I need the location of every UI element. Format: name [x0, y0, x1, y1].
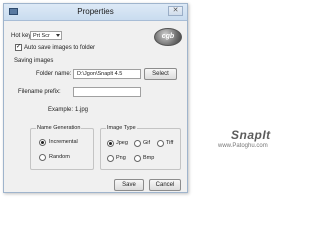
radio-gif[interactable] [134, 140, 141, 147]
name-generation-title: Name Generation [36, 125, 82, 131]
select-button[interactable]: Select [144, 68, 177, 80]
folder-name-value: D:\Jgon\Snaplt 4.5 [77, 71, 123, 77]
site-watermark: www.Patoghu.com [218, 143, 268, 149]
radio-png-label: Png [116, 155, 126, 161]
example-value: 1.jpg [75, 107, 89, 113]
radio-bmp-label: Bmp [143, 155, 155, 161]
hotkey-value: Prt Scr [33, 33, 50, 39]
name-generation-group: Name Generation Incremental Random [30, 125, 94, 170]
hotkey-select[interactable]: Prt Scr [30, 31, 62, 40]
autosave-checkbox[interactable]: ✓ [15, 44, 22, 51]
autosave-label: Auto save images to folder [24, 45, 96, 51]
radio-tiff-label: Tiff [166, 140, 174, 146]
snapit-watermark-brand: SnapIt [231, 128, 271, 142]
title-bar: Properties ✕ [4, 4, 187, 21]
radio-jpeg[interactable] [107, 140, 114, 147]
folder-name-label: Folder name: [36, 71, 72, 77]
radio-png[interactable] [107, 155, 114, 162]
radio-incremental[interactable] [39, 139, 46, 146]
radio-tiff[interactable] [157, 140, 164, 147]
radio-random[interactable] [39, 154, 46, 161]
save-button[interactable]: Save [114, 179, 144, 191]
saving-images-label: Saving images [14, 58, 54, 64]
window-title: Properties [77, 7, 114, 16]
filename-prefix-input[interactable] [73, 87, 141, 97]
chevron-down-icon [56, 34, 60, 37]
folder-name-field[interactable]: D:\Jgon\Snaplt 4.5 [73, 69, 141, 79]
radio-incremental-label: Incremental [49, 139, 78, 145]
cancel-button[interactable]: Cancel [149, 179, 181, 191]
radio-bmp[interactable] [134, 155, 141, 162]
image-type-title: Image Type [106, 125, 137, 131]
filename-prefix-label: Filename prefix: [18, 89, 61, 95]
cgb-logo: cgb [154, 28, 182, 46]
example-label: Example: [48, 107, 74, 113]
radio-random-label: Random [49, 154, 70, 160]
radio-jpeg-label: Jpeg [116, 140, 128, 146]
properties-window: Properties ✕ Hot key: Prt Scr ✓ Auto sav… [3, 3, 188, 193]
image-type-group: Image Type Jpeg Gif Tiff Png Bmp [100, 125, 181, 170]
radio-gif-label: Gif [143, 140, 151, 146]
close-button[interactable]: ✕ [168, 6, 183, 16]
